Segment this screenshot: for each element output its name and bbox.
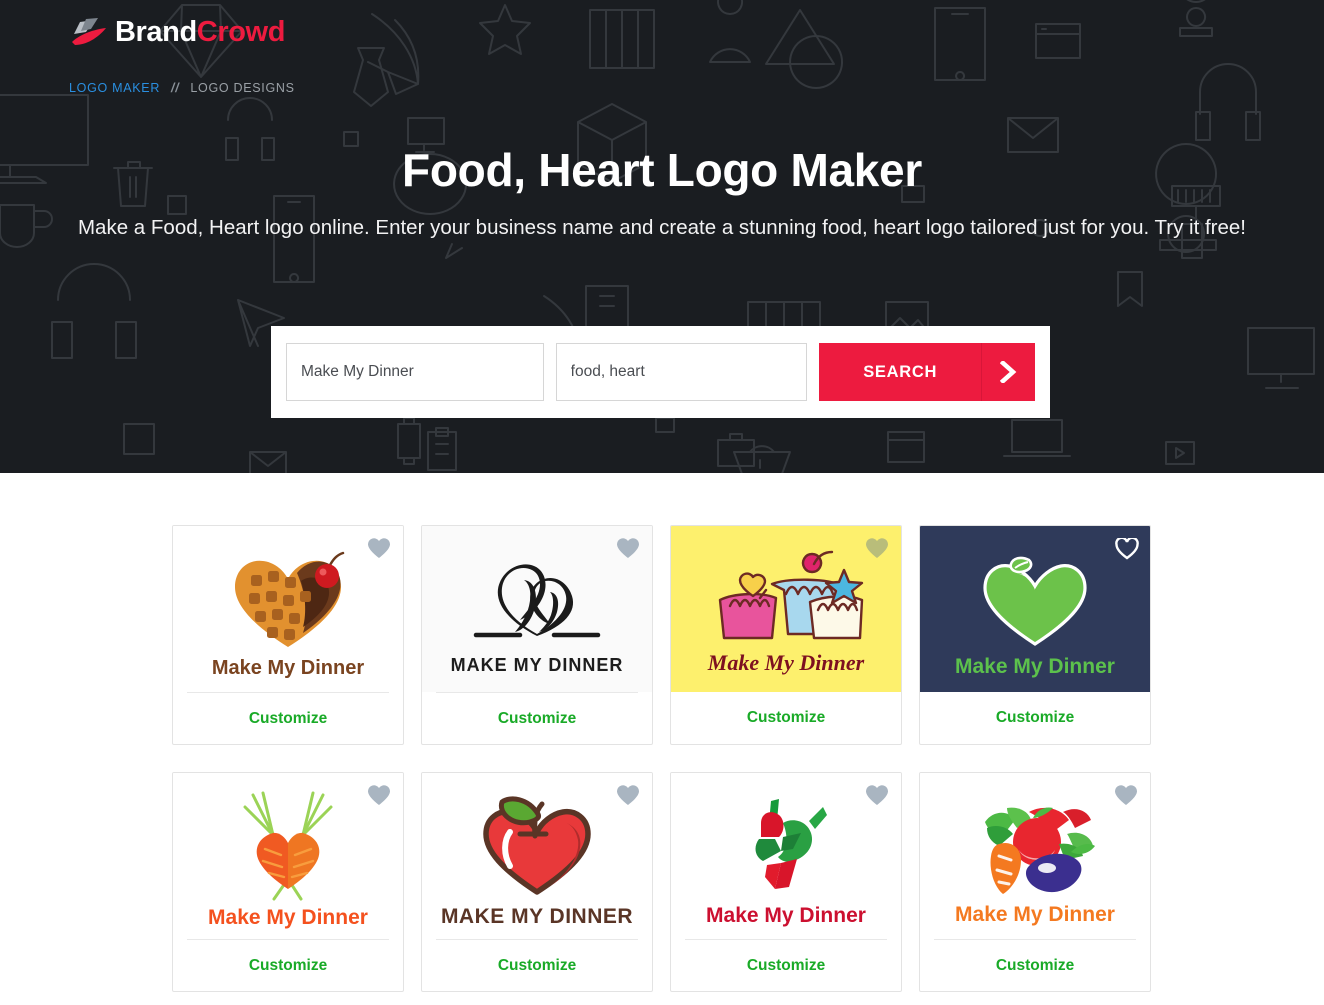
- customize-link[interactable]: Customize: [249, 957, 327, 975]
- customize-link[interactable]: Customize: [996, 709, 1074, 727]
- abstract-chili-pepper-heart-icon: [755, 798, 827, 889]
- logo-card[interactable]: Make My Dinner Customize: [172, 772, 404, 992]
- favorite-heart-icon[interactable]: [617, 785, 639, 806]
- page-title: Food, Heart Logo Maker: [402, 144, 922, 196]
- logo-business-name: Make My Dinner: [706, 903, 866, 927]
- logo-card[interactable]: Make My Dinner Customize: [172, 525, 404, 745]
- logo-card[interactable]: MAKE MY DINNER Customize: [421, 772, 653, 992]
- search-form: SEARCH: [271, 326, 1050, 418]
- favorite-heart-icon[interactable]: [1115, 536, 1139, 560]
- customize-link[interactable]: Customize: [996, 957, 1074, 975]
- customize-link[interactable]: Customize: [249, 710, 327, 728]
- logo-card[interactable]: Make My Dinner Customize: [670, 525, 902, 745]
- customize-link[interactable]: Customize: [747, 957, 825, 975]
- brand-word-crowd: Crowd: [196, 15, 286, 48]
- customize-link[interactable]: Customize: [498, 710, 576, 728]
- logo-results-section: Make My Dinner Customize MAKE MY DINNER …: [0, 473, 1324, 992]
- favorite-heart-icon[interactable]: [866, 785, 888, 806]
- favorite-heart-icon[interactable]: [866, 538, 888, 559]
- breadcrumb-current: LOGO DESIGNS: [190, 81, 295, 95]
- logo-card[interactable]: Make My Dinner Customize: [670, 772, 902, 992]
- customize-link[interactable]: Customize: [747, 709, 825, 727]
- brandcrowd-logo[interactable]: BrandCrowd: [68, 16, 285, 48]
- three-cupcakes-icon: [718, 550, 864, 640]
- logo-business-name: Make My Dinner: [707, 650, 865, 675]
- hero-section: BrandCrowd LOGO MAKER // LOGO DESIGNS Fo…: [0, 0, 1324, 473]
- logo-card[interactable]: MAKE MY DINNER Customize: [421, 525, 653, 745]
- green-heart-apple-with-leaf-icon: [983, 556, 1087, 646]
- keywords-input[interactable]: [555, 343, 808, 401]
- red-heart-apple-with-leaf-icon: [483, 795, 591, 895]
- logo-card[interactable]: Make My Dinner Customize: [919, 772, 1151, 992]
- breadcrumb-separator: //: [171, 81, 180, 95]
- business-name-input[interactable]: [286, 343, 544, 401]
- logo-business-name: MAKE MY DINNER: [450, 655, 624, 675]
- logo-card[interactable]: Make My Dinner Customize: [919, 525, 1151, 745]
- page-subtitle: Make a Food, Heart logo online. Enter yo…: [77, 216, 1247, 239]
- brand-wordmark: BrandCrowd: [115, 15, 286, 48]
- logo-card-grid: Make My Dinner Customize MAKE MY DINNER …: [172, 525, 1152, 992]
- favorite-heart-icon[interactable]: [368, 538, 390, 559]
- favorite-heart-icon[interactable]: [368, 785, 390, 806]
- customize-link[interactable]: Customize: [498, 957, 576, 975]
- favorite-heart-icon[interactable]: [617, 538, 639, 559]
- search-button[interactable]: SEARCH: [819, 343, 1035, 401]
- logo-business-name: Make My Dinner: [211, 656, 365, 679]
- breadcrumb-logo-maker-link[interactable]: LOGO MAKER: [69, 81, 160, 95]
- heart-waffle-with-cherry-icon: [235, 551, 345, 647]
- swoosh-logo-icon: [72, 18, 106, 45]
- search-button-label: SEARCH: [863, 362, 938, 381]
- chevron-right-icon: [981, 343, 1035, 401]
- two-carrots-heart-icon: [243, 791, 333, 900]
- abstract-heart-swirl-icon: [473, 564, 601, 638]
- logo-business-name: MAKE MY DINNER: [440, 904, 634, 928]
- favorite-heart-icon[interactable]: [1115, 785, 1137, 806]
- logo-business-name: Make My Dinner: [955, 654, 1115, 678]
- breadcrumb: LOGO MAKER // LOGO DESIGNS: [69, 81, 295, 95]
- logo-business-name: Make My Dinner: [955, 902, 1115, 926]
- brand-word-brand: Brand: [115, 15, 197, 48]
- vegetables-heart-icon: [985, 806, 1095, 894]
- logo-business-name: Make My Dinner: [208, 905, 368, 929]
